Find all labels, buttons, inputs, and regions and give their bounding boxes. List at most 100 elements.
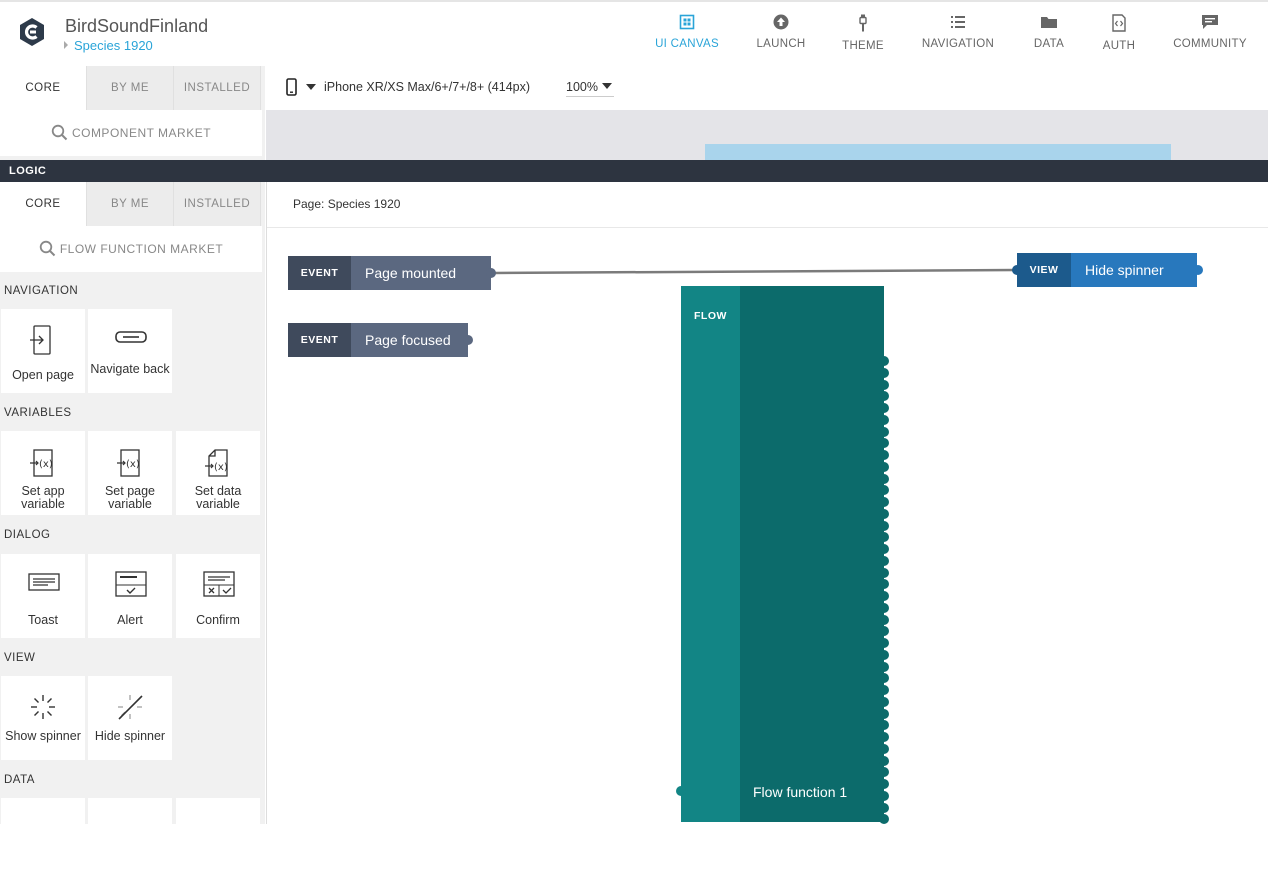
flow-function-node[interactable]: FLOW Flow function 1 <box>676 286 889 825</box>
tile-show-spinner[interactable]: Show spinner <box>1 676 85 760</box>
search-icon <box>51 124 68 141</box>
nav-tab-launch[interactable]: LAUNCH <box>755 14 807 50</box>
hide-spinner-icon <box>118 695 143 720</box>
flow-output-port[interactable] <box>879 743 889 754</box>
device-selector[interactable]: iPhone XR/XS Max/6+/7+/8+ (414px) <box>324 80 530 94</box>
flow-output-port[interactable] <box>879 403 889 413</box>
logic-tabs: CORE BY ME INSTALLED <box>0 182 262 226</box>
nav-tab-navigation[interactable]: NAVIGATION <box>920 14 996 50</box>
tab-installed[interactable]: INSTALLED <box>174 66 261 110</box>
set-data-variable-icon: (x) <box>205 449 228 477</box>
flow-output-port[interactable] <box>879 450 889 460</box>
component-tabs: CORE BY ME INSTALLED <box>0 66 262 110</box>
flow-output-port[interactable] <box>879 790 889 801</box>
flow-output-port[interactable] <box>879 555 889 566</box>
view-node-hide-spinner[interactable]: VIEW Hide spinner <box>1017 253 1197 287</box>
logic-canvas[interactable]: Page: Species 1920 EVENT Page mounted EV… <box>266 182 1268 825</box>
tile-set-page-variable[interactable]: (x) Set page variable <box>88 431 172 515</box>
tile-navigate-back[interactable]: Navigate back <box>88 309 172 393</box>
theme-icon <box>859 14 867 32</box>
nav-tab-auth[interactable]: AUTH <box>1101 14 1137 52</box>
folder-icon <box>1041 17 1057 28</box>
input-port[interactable] <box>676 786 686 796</box>
section-view: VIEW <box>4 652 36 664</box>
flow-output-port[interactable] <box>879 802 889 813</box>
tab-by-me[interactable]: BY ME <box>87 66 174 110</box>
section-dialog: DIALOG <box>4 529 51 541</box>
logic-panel-header[interactable]: LOGIC <box>0 160 1268 182</box>
event-node-page-focused[interactable]: EVENT Page focused <box>288 323 468 357</box>
flow-output-port[interactable] <box>879 614 889 625</box>
svg-text:(x): (x) <box>39 459 53 470</box>
tile-hide-spinner[interactable]: Hide spinner <box>88 676 172 760</box>
tile-set-data-variable[interactable]: (x) Set data variable <box>176 431 260 515</box>
flow-output-port[interactable] <box>879 685 889 695</box>
flow-output-port[interactable] <box>879 461 889 472</box>
flow-output-port[interactable] <box>879 426 889 437</box>
device-dropdown-icon[interactable] <box>306 84 316 90</box>
output-port[interactable] <box>486 268 496 278</box>
tile-toast[interactable]: Toast <box>1 554 85 638</box>
tile-data-3[interactable] <box>176 798 260 882</box>
ui-canvas-preview[interactable] <box>266 110 1268 160</box>
event-node-page-mounted[interactable]: EVENT Page mounted <box>288 256 491 290</box>
flow-output-port[interactable] <box>879 367 889 378</box>
tile-alert[interactable]: Alert <box>88 554 172 638</box>
nav-tab-ui-canvas[interactable]: UI CANVAS <box>654 14 720 50</box>
page-selector[interactable]: Species 1920 <box>64 38 153 53</box>
flow-output-port[interactable] <box>879 755 889 766</box>
set-app-variable-icon: (x) <box>30 449 53 477</box>
flow-output-port[interactable] <box>879 414 889 425</box>
flow-output-port[interactable] <box>879 544 889 554</box>
nav-tab-community[interactable]: COMMUNITY <box>1172 14 1248 50</box>
tab-core[interactable]: CORE <box>0 66 87 110</box>
flow-output-port[interactable] <box>879 356 889 366</box>
nav-tab-data[interactable]: DATA <box>1031 14 1067 50</box>
flow-output-port[interactable] <box>879 661 889 672</box>
phone-icon[interactable] <box>286 78 297 96</box>
app-logo-icon[interactable] <box>17 17 47 47</box>
logic-tab-by-me[interactable]: BY ME <box>87 182 174 226</box>
set-page-variable-icon: (x) <box>117 449 140 477</box>
flow-output-port[interactable] <box>879 567 889 578</box>
connection-page-mounted-to-hide-spinner <box>493 268 1017 275</box>
flow-output-port[interactable] <box>879 379 889 390</box>
flow-output-port[interactable] <box>879 649 889 660</box>
flow-output-port[interactable] <box>879 708 889 719</box>
flow-output-port[interactable] <box>879 779 889 789</box>
navigation-icon <box>951 16 965 28</box>
flow-output-port[interactable] <box>879 508 889 519</box>
flow-output-port[interactable] <box>879 696 889 707</box>
component-market-button[interactable]: COMPONENT MARKET <box>0 110 262 156</box>
flow-output-port[interactable] <box>879 732 889 742</box>
flow-output-port[interactable] <box>879 473 889 484</box>
flow-output-port[interactable] <box>879 497 889 507</box>
alert-icon <box>115 571 147 597</box>
logic-tab-installed[interactable]: INSTALLED <box>174 182 261 226</box>
nav-tab-theme[interactable]: THEME <box>842 14 884 52</box>
zoom-selector[interactable]: 100% <box>566 80 614 97</box>
tile-open-page[interactable]: Open page <box>1 309 85 393</box>
phone-screen-preview[interactable] <box>705 144 1171 160</box>
flow-output-port[interactable] <box>879 520 889 531</box>
flow-function-market-button[interactable]: FLOW FUNCTION MARKET <box>0 226 262 272</box>
output-port[interactable] <box>463 335 473 345</box>
top-bar: BirdSoundFinland Species 1920 UI CANVAS … <box>0 0 1268 66</box>
flow-output-port[interactable] <box>879 591 889 601</box>
section-variables: VARIABLES <box>4 407 72 419</box>
page-name: Species 1920 <box>74 38 153 53</box>
tile-set-app-variable[interactable]: (x) Set app variable <box>1 431 85 515</box>
output-port[interactable] <box>1193 265 1203 275</box>
logic-tab-core[interactable]: CORE <box>0 182 87 226</box>
tile-confirm[interactable]: Confirm <box>176 554 260 638</box>
auth-icon <box>1112 14 1126 32</box>
svg-text:(x): (x) <box>214 462 228 473</box>
section-navigation: NAVIGATION <box>4 285 79 297</box>
flow-output-port[interactable] <box>879 638 889 648</box>
search-icon <box>39 240 56 257</box>
flow-output-port[interactable] <box>879 602 889 613</box>
tile-data-1[interactable] <box>1 798 85 882</box>
section-data: DATA <box>4 774 35 786</box>
device-bar: iPhone XR/XS Max/6+/7+/8+ (414px) 100% <box>266 66 1268 110</box>
tile-data-2[interactable] <box>88 798 172 882</box>
